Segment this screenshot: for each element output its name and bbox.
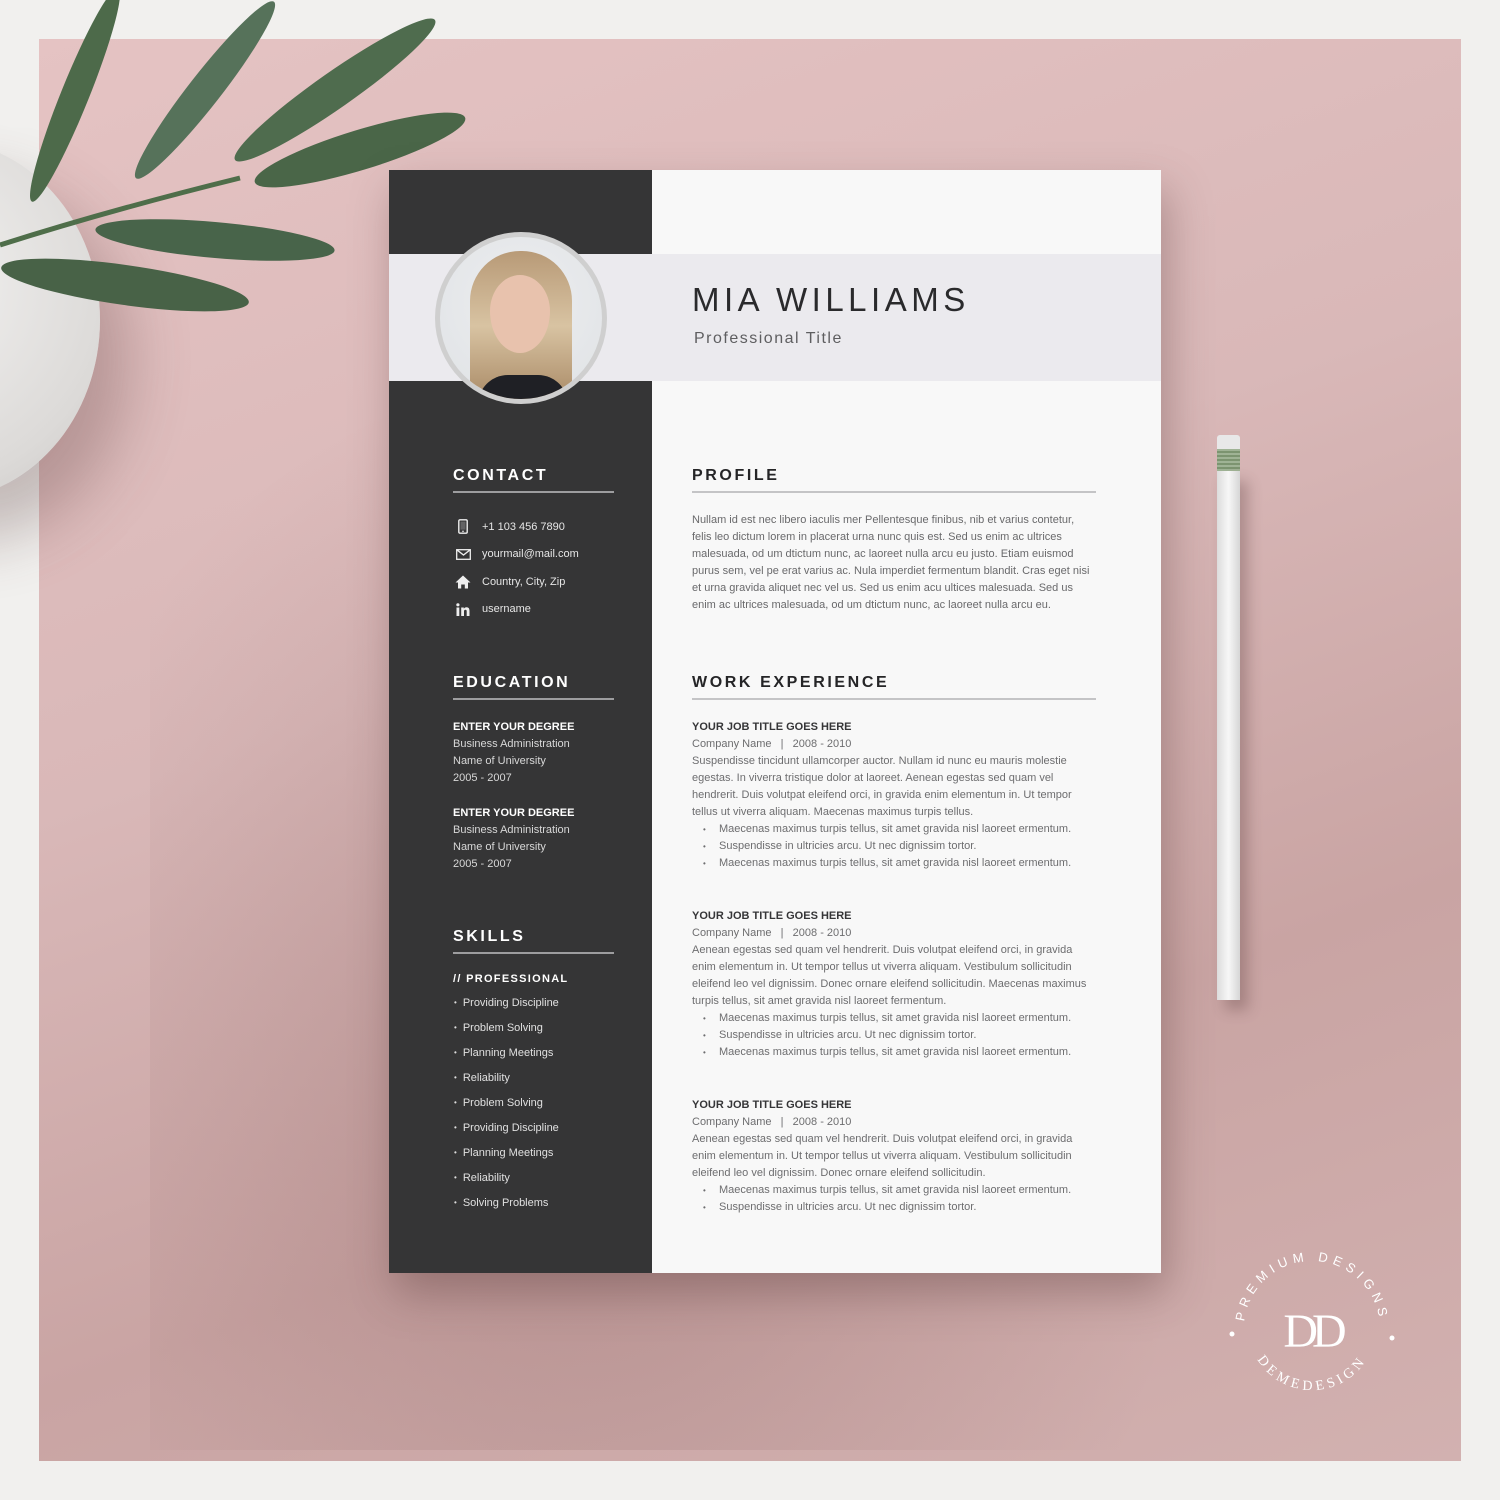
education-degree: ENTER YOUR DEGREE xyxy=(453,721,575,733)
svg-text:DEMEDESIGN: DEMEDESIGN xyxy=(1254,1353,1370,1395)
profile-photo xyxy=(435,232,607,404)
leaf xyxy=(30,0,120,202)
skill-item: Solving Problems xyxy=(453,1191,614,1216)
education-item: ENTER YOUR DEGREE Business Administratio… xyxy=(453,805,614,873)
skill-item: Reliability xyxy=(453,1166,614,1191)
contact-linkedin-text: username xyxy=(482,603,531,616)
professional-title: Professional Title xyxy=(694,330,843,347)
contact-heading: CONTACT xyxy=(453,467,614,493)
education-heading: EDUCATION xyxy=(453,674,614,700)
job-bullet: Suspendisse in ultricies arcu. Ut nec di… xyxy=(692,1027,1096,1044)
job-bullet: Maecenas maximus turpis tellus, sit amet… xyxy=(692,821,1096,838)
home-icon xyxy=(453,575,473,589)
profile-text: Nullam id est nec libero iaculis mer Pel… xyxy=(692,514,1090,611)
badge-bottom-text: DEMEDESIGN xyxy=(1254,1353,1366,1395)
job-description: Aenean egestas sed quam vel hendrerit. D… xyxy=(692,1133,1073,1179)
leaf xyxy=(1,258,249,312)
brand-badge: PREMIUM DESIGNS DEMEDESIGN DD xyxy=(1222,1234,1402,1414)
job-entry: YOUR JOB TITLE GOES HERE Company Name | … xyxy=(692,1097,1096,1216)
job-entry: YOUR JOB TITLE GOES HERE Company Name | … xyxy=(692,719,1096,872)
skill-item: Reliability xyxy=(453,1066,614,1091)
job-meta: Company Name | 2008 - 2010 xyxy=(692,738,852,750)
skill-item: Providing Discipline xyxy=(453,1116,614,1141)
skill-item: Problem Solving xyxy=(453,1091,614,1116)
job-description: Aenean egestas sed quam vel hendrerit. D… xyxy=(692,944,1087,1007)
education-degree: ENTER YOUR DEGREE xyxy=(453,807,575,819)
contact-section: CONTACT +1 103 456 7890 yourmail@mail.co… xyxy=(453,467,614,623)
phone-icon xyxy=(453,519,473,535)
education-school: Name of University xyxy=(453,755,546,767)
contact-address: Country, City, Zip xyxy=(453,568,614,596)
job-bullet: Maecenas maximus turpis tellus, sit amet… xyxy=(692,855,1096,872)
leaf xyxy=(95,219,335,261)
skill-item: Problem Solving xyxy=(453,1016,614,1041)
job-bullet: Maecenas maximus turpis tellus, sit amet… xyxy=(692,1182,1096,1199)
contact-address-text: Country, City, Zip xyxy=(482,575,566,588)
skills-section: SKILLS // PROFESSIONAL Providing Discipl… xyxy=(453,928,614,1216)
skills-heading: SKILLS xyxy=(453,928,614,954)
skills-subheading: // PROFESSIONAL xyxy=(453,973,569,985)
candidate-name: MIA WILLIAMS xyxy=(692,281,970,318)
mail-icon xyxy=(453,548,473,560)
job-bullet: Maecenas maximus turpis tellus, sit amet… xyxy=(692,1010,1096,1027)
education-field: Business Administration xyxy=(453,824,570,836)
skill-item: Providing Discipline xyxy=(453,991,614,1016)
education-field: Business Administration xyxy=(453,738,570,750)
work-heading: WORK EXPERIENCE xyxy=(692,674,1096,700)
contact-phone-text: +1 103 456 7890 xyxy=(482,520,565,533)
education-item: ENTER YOUR DEGREE Business Administratio… xyxy=(453,719,614,787)
skill-item: Planning Meetings xyxy=(453,1141,614,1166)
linkedin-icon xyxy=(453,602,473,616)
contact-email-text: yourmail@mail.com xyxy=(482,548,579,561)
job-bullet: Suspendisse in ultricies arcu. Ut nec di… xyxy=(692,1199,1096,1216)
pencil-decoration xyxy=(1217,435,1240,1000)
leaf xyxy=(134,1,276,179)
job-entry: YOUR JOB TITLE GOES HERE Company Name | … xyxy=(692,908,1096,1061)
job-bullet: Maecenas maximus turpis tellus, sit amet… xyxy=(692,1044,1096,1061)
education-years: 2005 - 2007 xyxy=(453,858,512,870)
job-description: Suspendisse tincidunt ullamcorper auctor… xyxy=(692,755,1072,818)
profile-heading: PROFILE xyxy=(692,467,1096,493)
contact-phone: +1 103 456 7890 xyxy=(453,513,614,541)
skill-item: Planning Meetings xyxy=(453,1041,614,1066)
education-section: EDUCATION ENTER YOUR DEGREE Business Adm… xyxy=(453,674,614,873)
work-experience-section: WORK EXPERIENCE YOUR JOB TITLE GOES HERE… xyxy=(692,674,1096,1216)
education-years: 2005 - 2007 xyxy=(453,772,512,784)
job-meta: Company Name | 2008 - 2010 xyxy=(692,1116,852,1128)
job-title: YOUR JOB TITLE GOES HERE xyxy=(692,721,852,733)
job-meta: Company Name | 2008 - 2010 xyxy=(692,927,852,939)
contact-linkedin: username xyxy=(453,596,614,624)
contact-email: yourmail@mail.com xyxy=(453,541,614,569)
profile-section: PROFILE Nullam id est nec libero iaculis… xyxy=(692,467,1096,614)
job-title: YOUR JOB TITLE GOES HERE xyxy=(692,910,852,922)
job-bullet: Suspendisse in ultricies arcu. Ut nec di… xyxy=(692,838,1096,855)
education-school: Name of University xyxy=(453,841,546,853)
resume-page: MIA WILLIAMS Professional Title CONTACT … xyxy=(389,170,1161,1273)
badge-monogram: DD xyxy=(1283,1305,1346,1358)
job-title: YOUR JOB TITLE GOES HERE xyxy=(692,1099,852,1111)
